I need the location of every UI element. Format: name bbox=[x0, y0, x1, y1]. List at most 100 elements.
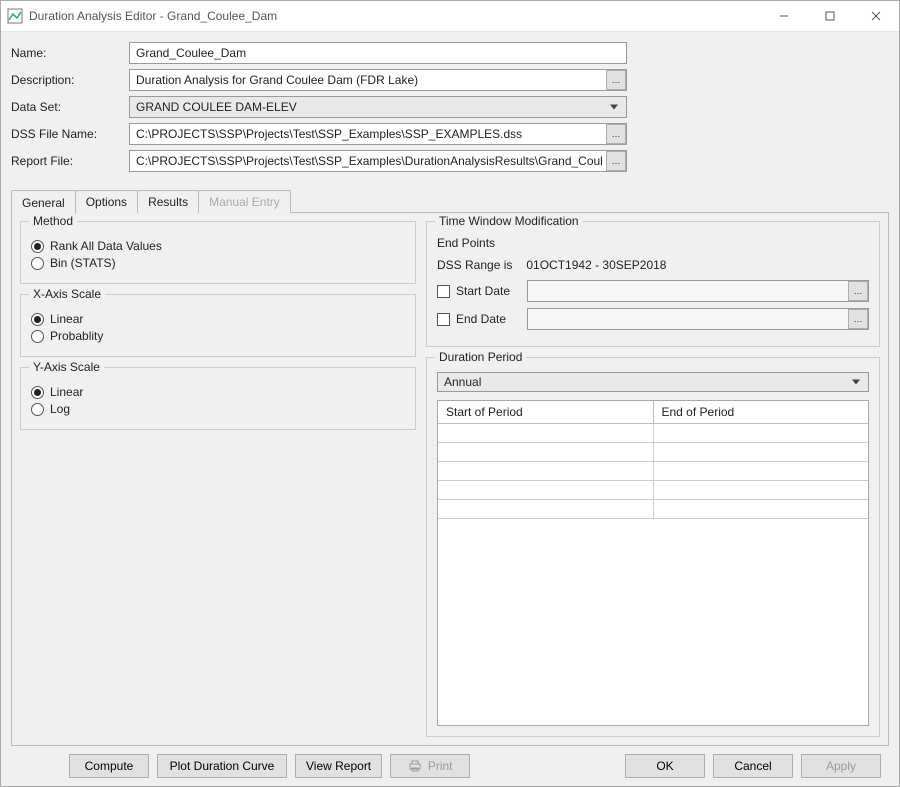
label-description: Description: bbox=[11, 73, 129, 87]
legend-method: Method bbox=[29, 214, 77, 228]
dssfile-field[interactable] bbox=[129, 123, 627, 145]
table-row[interactable] bbox=[438, 500, 868, 519]
label-y-log: Log bbox=[50, 402, 70, 416]
row-dssfile: DSS File Name: … bbox=[11, 123, 889, 145]
radio-row-y-linear[interactable]: Linear bbox=[31, 385, 405, 399]
print-icon bbox=[408, 760, 422, 772]
minimize-button[interactable] bbox=[761, 1, 807, 31]
label-start-date: Start Date bbox=[456, 284, 510, 298]
table-rows bbox=[438, 424, 868, 519]
table-header: Start of Period End of Period bbox=[438, 401, 868, 424]
checkbox-end-date[interactable] bbox=[437, 313, 450, 326]
print-label: Print bbox=[428, 759, 453, 773]
duration-period-combo[interactable]: Annual bbox=[437, 372, 869, 392]
radio-x-linear[interactable] bbox=[31, 313, 44, 326]
tab-options[interactable]: Options bbox=[75, 190, 138, 213]
row-name: Name: bbox=[11, 42, 889, 64]
row-dss-range: DSS Range is 01OCT1942 - 30SEP2018 bbox=[437, 258, 869, 272]
tab-results[interactable]: Results bbox=[137, 190, 199, 213]
label-reportfile: Report File: bbox=[11, 154, 129, 168]
col-end-of-period[interactable]: End of Period bbox=[654, 401, 869, 423]
label-dssfile: DSS File Name: bbox=[11, 127, 129, 141]
name-field[interactable] bbox=[129, 42, 627, 64]
titlebar: Duration Analysis Editor - Grand_Coulee_… bbox=[1, 1, 899, 32]
label-x-linear: Linear bbox=[50, 312, 83, 326]
view-report-button[interactable]: View Report bbox=[295, 754, 382, 778]
label-dataset: Data Set: bbox=[11, 100, 129, 114]
label-x-probability: Probablity bbox=[50, 329, 103, 343]
radio-row-rank-all[interactable]: Rank All Data Values bbox=[31, 239, 405, 253]
row-description: Description: … bbox=[11, 69, 889, 91]
tab-general[interactable]: General bbox=[11, 190, 76, 214]
start-date-field[interactable] bbox=[527, 280, 869, 302]
label-y-linear: Linear bbox=[50, 385, 83, 399]
group-duration-period: Duration Period Annual Start of Period E… bbox=[426, 357, 880, 737]
row-dataset: Data Set: GRAND COULEE DAM-ELEV bbox=[11, 96, 889, 118]
legend-time-window: Time Window Modification bbox=[435, 214, 583, 228]
description-browse-button[interactable]: … bbox=[606, 70, 626, 90]
button-bar: Compute Plot Duration Curve View Report … bbox=[11, 746, 889, 780]
group-time-window: Time Window Modification End Points DSS … bbox=[426, 221, 880, 347]
tabstrip: General Options Results Manual Entry bbox=[11, 189, 889, 213]
ok-button[interactable]: OK bbox=[625, 754, 705, 778]
radio-y-linear[interactable] bbox=[31, 386, 44, 399]
label-bin-stats: Bin (STATS) bbox=[50, 256, 116, 270]
radio-row-x-probability[interactable]: Probablity bbox=[31, 329, 405, 343]
dataset-combo[interactable]: GRAND COULEE DAM-ELEV bbox=[129, 96, 627, 118]
left-column: Method Rank All Data Values Bin (STATS) … bbox=[20, 221, 416, 737]
radio-y-log[interactable] bbox=[31, 403, 44, 416]
dssfile-browse-button[interactable]: … bbox=[606, 124, 626, 144]
dataset-value: GRAND COULEE DAM-ELEV bbox=[136, 100, 297, 114]
radio-row-x-linear[interactable]: Linear bbox=[31, 312, 405, 326]
tab-panel-general: Method Rank All Data Values Bin (STATS) … bbox=[11, 212, 889, 746]
reportfile-browse-button[interactable]: … bbox=[606, 151, 626, 171]
radio-row-y-log[interactable]: Log bbox=[31, 402, 405, 416]
table-row[interactable] bbox=[438, 481, 868, 500]
tab-manual-entry: Manual Entry bbox=[198, 190, 291, 213]
end-date-browse-button[interactable]: … bbox=[848, 309, 868, 329]
close-button[interactable] bbox=[853, 1, 899, 31]
description-field[interactable] bbox=[129, 69, 627, 91]
cancel-button[interactable]: Cancel bbox=[713, 754, 793, 778]
label-rank-all: Rank All Data Values bbox=[50, 239, 162, 253]
duration-period-table: Start of Period End of Period bbox=[437, 400, 869, 726]
table-row[interactable] bbox=[438, 424, 868, 443]
window-title: Duration Analysis Editor - Grand_Coulee_… bbox=[29, 9, 761, 23]
radio-rank-all[interactable] bbox=[31, 240, 44, 253]
value-dss-range: 01OCT1942 - 30SEP2018 bbox=[526, 258, 666, 272]
table-row[interactable] bbox=[438, 462, 868, 481]
row-end-date: End Date … bbox=[437, 308, 869, 330]
compute-button[interactable]: Compute bbox=[69, 754, 149, 778]
label-end-points: End Points bbox=[437, 236, 869, 250]
end-date-field[interactable] bbox=[527, 308, 869, 330]
legend-yaxis: Y-Axis Scale bbox=[29, 360, 104, 374]
col-start-of-period[interactable]: Start of Period bbox=[438, 401, 654, 423]
maximize-button[interactable] bbox=[807, 1, 853, 31]
radio-bin-stats[interactable] bbox=[31, 257, 44, 270]
plot-duration-curve-button[interactable]: Plot Duration Curve bbox=[157, 754, 287, 778]
group-yaxis: Y-Axis Scale Linear Log bbox=[20, 367, 416, 430]
window: Duration Analysis Editor - Grand_Coulee_… bbox=[0, 0, 900, 787]
start-date-browse-button[interactable]: … bbox=[848, 281, 868, 301]
label-dss-range-is: DSS Range is bbox=[437, 258, 512, 272]
table-empty-area bbox=[438, 519, 868, 725]
legend-duration-period: Duration Period bbox=[435, 350, 526, 364]
radio-x-probability[interactable] bbox=[31, 330, 44, 343]
label-name: Name: bbox=[11, 46, 129, 60]
radio-row-bin-stats[interactable]: Bin (STATS) bbox=[31, 256, 405, 270]
duration-period-value: Annual bbox=[444, 375, 481, 389]
right-column: Time Window Modification End Points DSS … bbox=[426, 221, 880, 737]
app-icon bbox=[7, 8, 23, 24]
checkbox-start-date[interactable] bbox=[437, 285, 450, 298]
row-start-date: Start Date … bbox=[437, 280, 869, 302]
reportfile-field[interactable] bbox=[129, 150, 627, 172]
table-row[interactable] bbox=[438, 443, 868, 462]
window-controls bbox=[761, 1, 899, 31]
print-button: Print bbox=[390, 754, 470, 778]
apply-button: Apply bbox=[801, 754, 881, 778]
group-method: Method Rank All Data Values Bin (STATS) bbox=[20, 221, 416, 284]
client-area: Name: Description: … Data Set: GRAND COU… bbox=[1, 32, 899, 786]
label-end-date: End Date bbox=[456, 312, 506, 326]
row-reportfile: Report File: … bbox=[11, 150, 889, 172]
legend-xaxis: X-Axis Scale bbox=[29, 287, 105, 301]
